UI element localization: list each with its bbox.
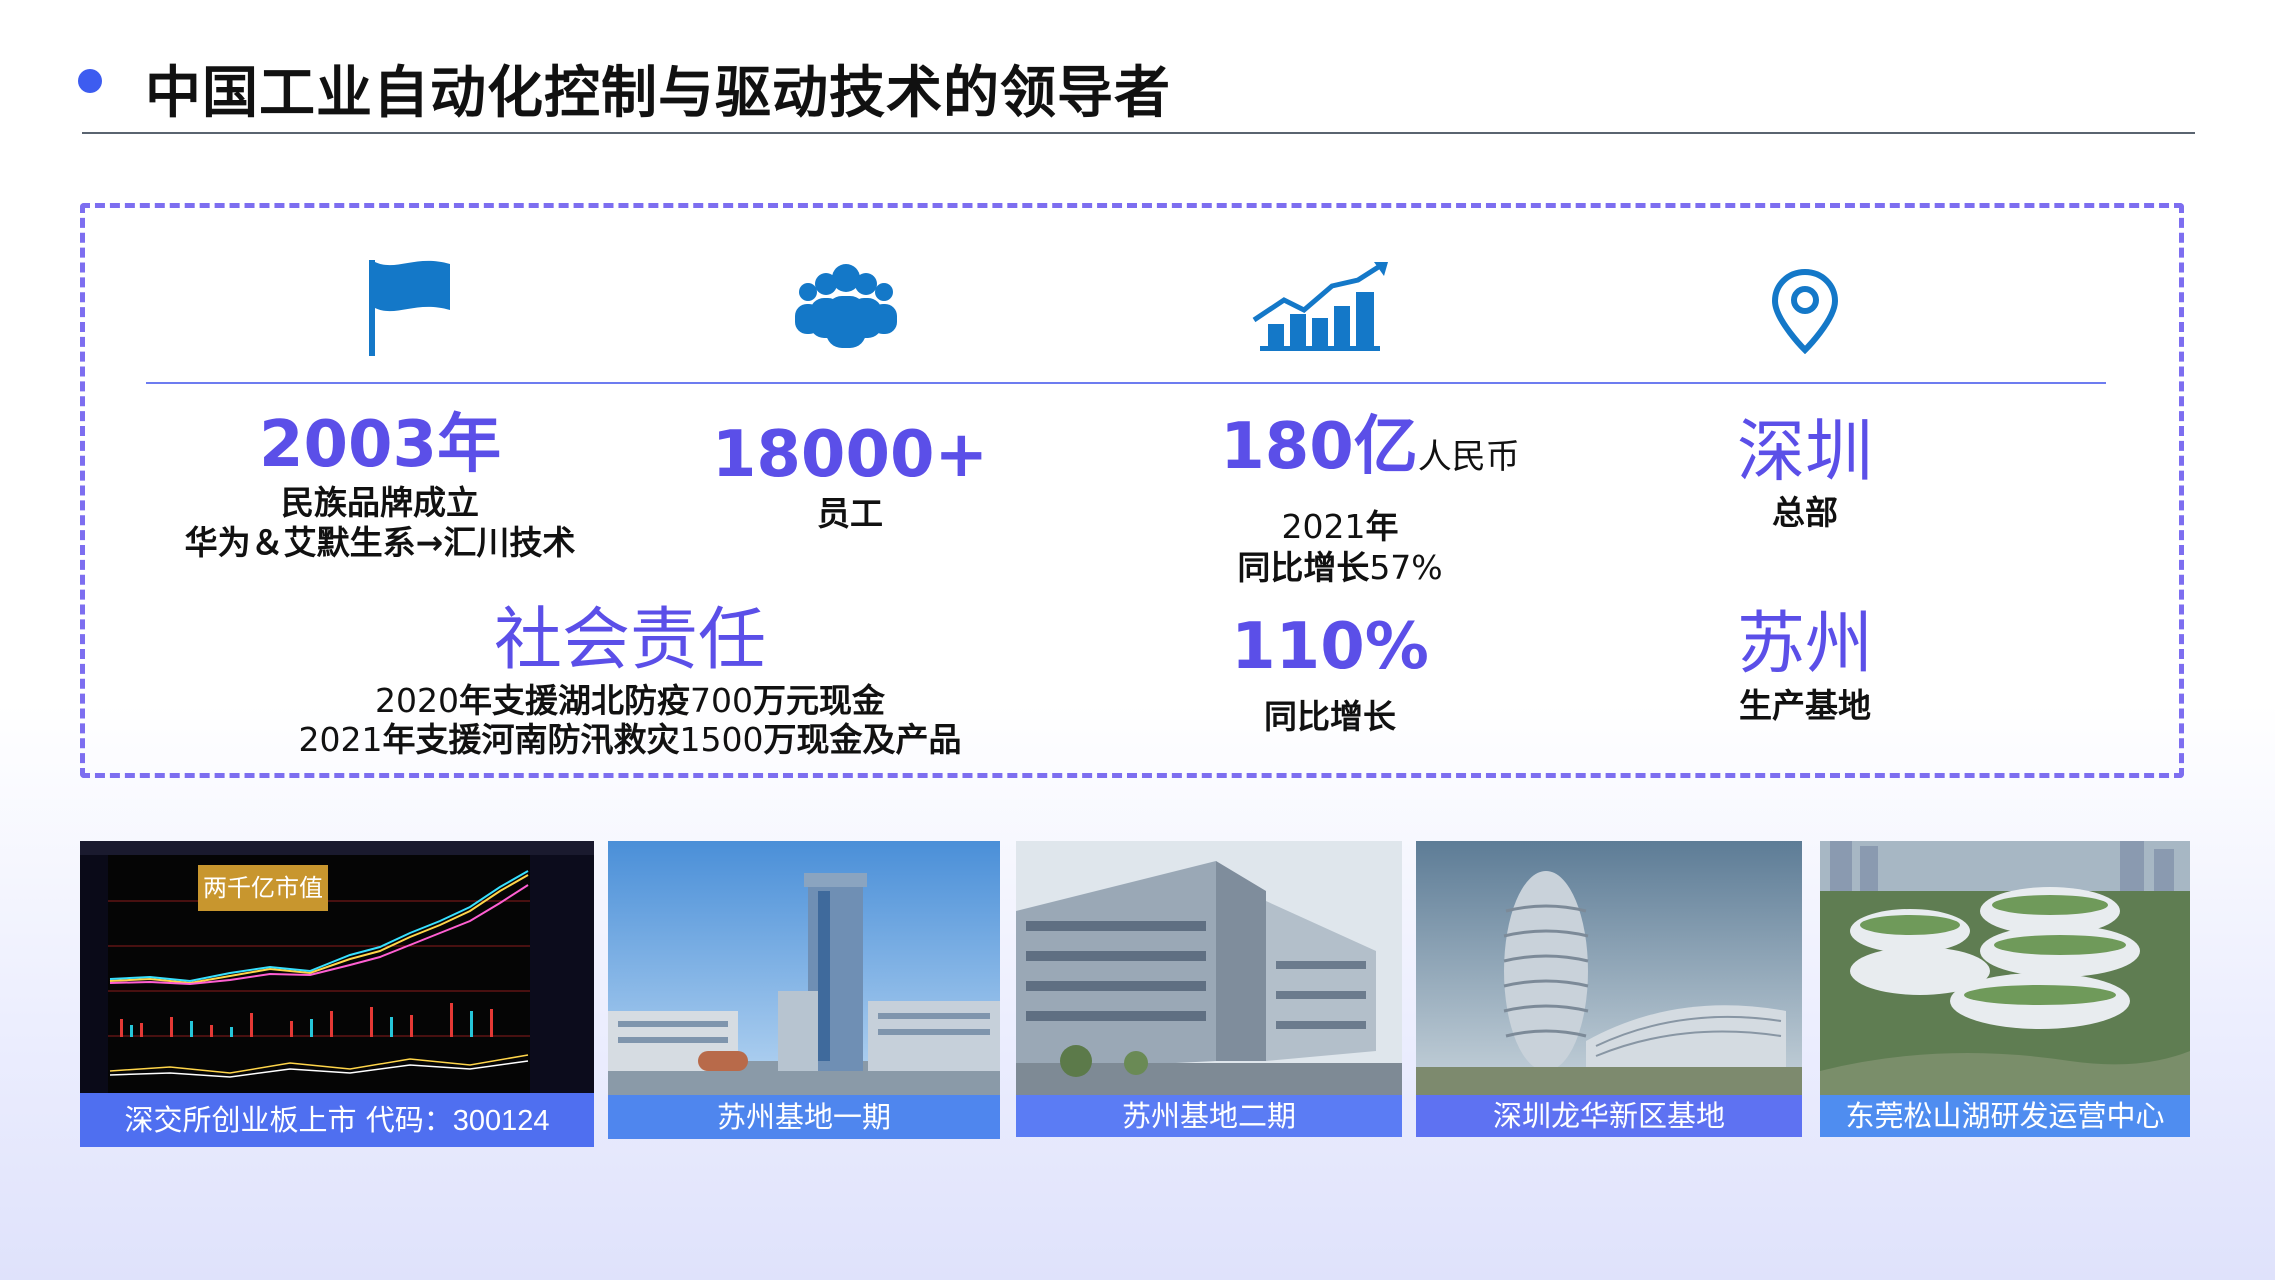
people-icon (795, 264, 897, 348)
founded-lineage: 华为＆艾默生系→汇川技术 (184, 523, 576, 562)
longhua-base-graphic (1416, 841, 1802, 1097)
growth-label: 同比增长 (1264, 697, 1396, 736)
revenue-block: 180亿人民币 (1180, 412, 1560, 482)
revenue-value: 180亿 (1220, 410, 1418, 484)
title-bullet (78, 69, 102, 93)
csr-line-2021: 2021年支援河南防汛救灾1500万现金及产品 (298, 720, 962, 759)
songshan-lake-graphic (1820, 841, 2190, 1097)
suzhou-phase1-graphic (608, 841, 1000, 1097)
hq-city: 深圳 (1736, 413, 1873, 492)
production-label: 生产基地 (1739, 686, 1871, 725)
photo-caption-songshan: 东莞松山湖研发运营中心 (1820, 1095, 2190, 1137)
photo-caption-listing: 深交所创业板上市 代码：300124 (80, 1093, 594, 1147)
hq-label: 总部 (1772, 493, 1838, 532)
revenue-growth: 同比增长57% (1237, 548, 1443, 587)
suzhou-phase2-graphic (1016, 841, 1402, 1097)
photo-caption-longhua: 深圳龙华新区基地 (1416, 1095, 1802, 1137)
csr-title: 社会责任 (493, 601, 766, 680)
photo-caption-suzhou-2: 苏州基地二期 (1016, 1095, 1402, 1137)
stock-chart-graphic (80, 841, 594, 1093)
title-divider (82, 132, 2195, 134)
employee-count: 18000+ (711, 418, 989, 492)
songshan-lake-image: 东莞松山湖研发运营中心 (1820, 841, 2190, 1137)
suzhou-phase1-image: 苏州基地一期 (608, 841, 1000, 1139)
founded-year: 2003年 (258, 408, 502, 482)
stock-chart-image: 两千亿市值 深交所创业板上市 代码：300124 (80, 841, 594, 1147)
icon-row-divider (146, 382, 2106, 384)
employee-label: 员工 (817, 494, 883, 533)
suzhou-phase2-image: 苏州基地二期 (1016, 841, 1402, 1137)
growth-chart-icon (1252, 262, 1388, 351)
location-pin-icon (1771, 268, 1839, 354)
page-title: 中国工业自动化控制与驱动技术的领导者 (145, 61, 1171, 126)
revenue-year: 2021年 (1281, 507, 1399, 546)
photo-caption-suzhou-1: 苏州基地一期 (608, 1095, 1000, 1139)
revenue-unit: 人民币 (1417, 437, 1520, 477)
flag-icon (369, 260, 450, 356)
market-cap-badge: 两千亿市值 (203, 874, 323, 902)
longhua-base-image: 深圳龙华新区基地 (1416, 841, 1802, 1137)
founded-label: 民族品牌成立 (281, 483, 479, 522)
csr-line-2020: 2020年支援湖北防疫700万元现金 (375, 681, 885, 720)
growth-value: 110% (1231, 610, 1429, 684)
production-city: 苏州 (1736, 605, 1873, 684)
